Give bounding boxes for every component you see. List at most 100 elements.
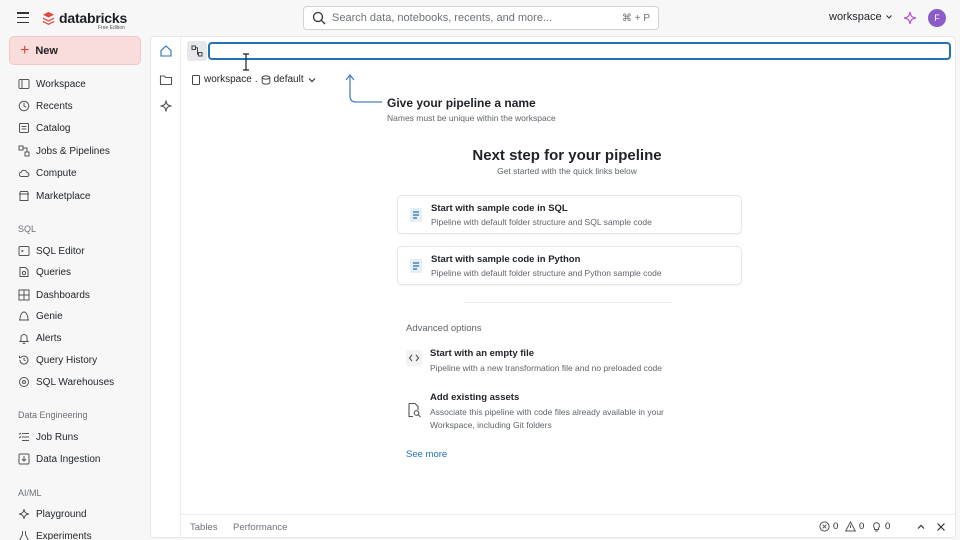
sidebar-item-workspace[interactable]: Workspace <box>18 75 86 93</box>
error-count[interactable]: 0 <box>819 521 838 532</box>
dashboard-icon <box>18 289 30 301</box>
start-sql-sample-card[interactable]: Start with sample code in SQL Pipeline w… <box>397 195 742 234</box>
sidebar-item-data-ingestion[interactable]: Data Ingestion <box>18 450 101 468</box>
pipeline-type-button[interactable] <box>187 41 207 61</box>
new-button-label: New <box>35 44 58 57</box>
sidebar-item-label: Jobs & Pipelines <box>36 145 110 157</box>
start-python-sample-card[interactable]: Start with sample code in Python Pipelin… <box>397 246 742 285</box>
tab-performance[interactable]: Performance <box>233 522 287 533</box>
next-step-subtitle: Get started with the quick links below <box>497 166 637 176</box>
sidebar-item-label: Experiments <box>36 530 92 540</box>
ingest-icon <box>18 453 30 465</box>
option-subtitle: Associate this pipeline with code files … <box>430 407 664 430</box>
tab-tables[interactable]: Tables <box>190 522 217 533</box>
assistant-sparkle-icon[interactable] <box>903 11 917 25</box>
global-search[interactable]: Search data, notebooks, recents, and mor… <box>303 6 659 30</box>
workspace-label: workspace <box>829 11 882 23</box>
sidebar-item-label: Marketplace <box>36 190 91 202</box>
code-icon <box>406 350 422 366</box>
sidebar-item-label: Dashboards <box>36 289 90 301</box>
menu-icon[interactable] <box>17 12 29 24</box>
sidebar-item-query-history[interactable]: Query History <box>18 351 97 369</box>
sidebar-item-recents[interactable]: Recents <box>18 97 73 115</box>
warehouse-icon <box>19 377 29 387</box>
workspace-icon <box>18 79 30 89</box>
pipeline-name-input[interactable] <box>208 42 951 60</box>
start-empty-file-option[interactable]: Start with an empty file Pipeline with a… <box>406 348 706 376</box>
cloud-icon <box>18 169 30 177</box>
sidebar-item-compute[interactable]: Compute <box>18 164 77 182</box>
section-divider <box>464 302 672 303</box>
sidebar-item-queries[interactable]: Queries <box>18 263 71 281</box>
sidebar-item-label: Query History <box>36 354 98 366</box>
databricks-logo-icon <box>42 11 55 25</box>
close-icon[interactable] <box>935 521 947 533</box>
advanced-options-label: Advanced options <box>406 323 482 334</box>
sidebar-item-label: Genie <box>36 310 63 322</box>
catalog-schema-breadcrumb[interactable]: workspace . default <box>191 74 317 85</box>
python-file-icon <box>410 259 422 273</box>
editor-rail <box>151 37 181 537</box>
hint-count[interactable]: 0 <box>871 521 890 532</box>
add-existing-assets-option[interactable]: Add existing assets Associate this pipel… <box>406 392 706 432</box>
see-more-link[interactable]: See more <box>406 449 447 460</box>
sidebar-item-label: SQL Editor <box>36 245 85 257</box>
sidebar-item-catalog[interactable]: Catalog <box>18 119 70 137</box>
section-sql: SQL <box>18 224 37 234</box>
error-count-value: 0 <box>833 521 839 532</box>
query-icon <box>19 267 29 277</box>
sidebar-item-experiments[interactable]: Experiments <box>18 527 92 540</box>
sidebar-item-dashboards[interactable]: Dashboards <box>18 286 90 304</box>
chevron-down-icon <box>885 15 892 19</box>
editor-icon <box>18 246 30 256</box>
workspace-switcher[interactable]: workspace <box>829 11 893 23</box>
sidebar-item-label: Catalog <box>36 122 71 134</box>
sidebar-item-sql-editor[interactable]: SQL Editor <box>18 242 85 260</box>
brand-name: databricks <box>59 10 128 26</box>
sidebar-item-label: Queries <box>36 266 72 278</box>
top-bar: databricks Free Edition Search data, not… <box>0 0 960 36</box>
sidebar-item-playground[interactable]: Playground <box>18 505 87 523</box>
card-subtitle: Pipeline with default folder structure a… <box>431 268 662 278</box>
hint-count-value: 0 <box>885 521 891 532</box>
sidebar-item-label: Compute <box>36 167 77 179</box>
sidebar: + New Workspace Recents Catalog Jobs & P… <box>0 36 150 540</box>
chevron-up-icon[interactable] <box>915 521 927 533</box>
warning-count-value: 0 <box>859 521 865 532</box>
warning-count[interactable]: 0 <box>845 521 864 532</box>
sidebar-item-jobs-pipelines[interactable]: Jobs & Pipelines <box>18 142 110 160</box>
pipeline-editor: workspace . default Give your pipeline a… <box>150 36 956 538</box>
sidebar-item-alerts[interactable]: Alerts <box>18 329 62 347</box>
sidebar-item-job-runs[interactable]: Job Runs <box>18 428 78 446</box>
assistant-icon[interactable] <box>159 99 173 113</box>
sidebar-item-label: Data Ingestion <box>36 453 101 465</box>
error-icon <box>819 521 830 532</box>
sidebar-item-label: Alerts <box>36 332 62 344</box>
sidebar-item-marketplace[interactable]: Marketplace <box>18 187 90 205</box>
lightbulb-icon <box>873 522 880 532</box>
flask-icon <box>19 531 29 540</box>
home-icon[interactable] <box>159 44 173 58</box>
option-title: Start with an empty file <box>430 348 534 359</box>
card-subtitle: Pipeline with default folder structure a… <box>431 217 652 227</box>
sidebar-item-label: Workspace <box>36 78 86 90</box>
sidebar-item-label: Playground <box>36 508 87 520</box>
crumb-schema: default <box>273 74 304 85</box>
name-hint-title: Give your pipeline a name <box>387 96 536 110</box>
catalog-icon <box>19 123 29 133</box>
new-button[interactable]: + New <box>9 36 141 65</box>
next-step-title: Next step for your pipeline <box>472 147 662 164</box>
crumb-separator: . <box>254 74 258 85</box>
folder-icon[interactable] <box>159 73 173 87</box>
bottom-panel-bar: Tables Performance 0 0 0 <box>181 514 955 537</box>
clock-icon <box>18 100 30 112</box>
sidebar-item-label: Job Runs <box>36 431 79 443</box>
sidebar-item-genie[interactable]: Genie <box>18 307 63 325</box>
sidebar-item-label: SQL Warehouses <box>36 376 115 388</box>
sidebar-item-sql-warehouses[interactable]: SQL Warehouses <box>18 373 114 391</box>
warning-icon <box>845 521 856 532</box>
genie-icon <box>19 311 29 321</box>
user-avatar[interactable]: F <box>928 9 946 27</box>
brand-logo[interactable]: databricks <box>42 10 127 26</box>
search-icon <box>312 11 326 25</box>
